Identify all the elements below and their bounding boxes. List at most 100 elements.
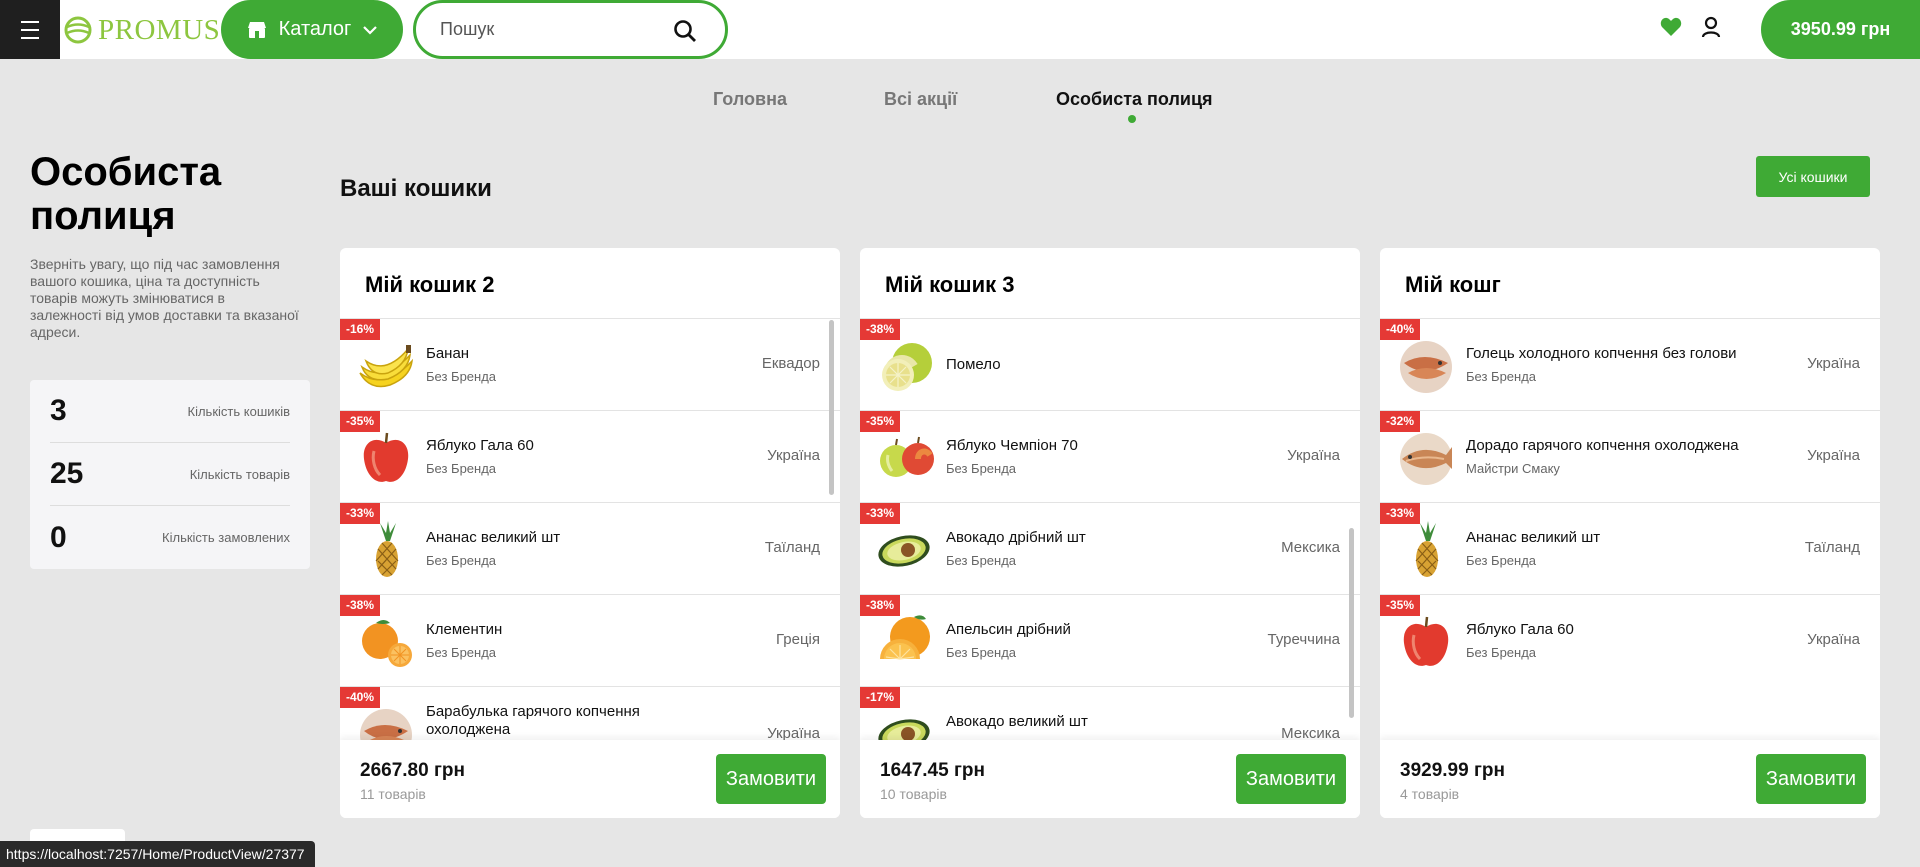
item-brand: Без Бренда: [946, 645, 1017, 660]
order-button[interactable]: Замовити: [716, 754, 826, 804]
scrollbar[interactable]: [1349, 528, 1354, 718]
item-country: Україна: [767, 725, 820, 740]
item-brand: Без Бренда: [1466, 553, 1537, 568]
page-title: Особиста полиця: [30, 150, 290, 238]
stat-products: 25 Кількість товарів: [50, 443, 290, 506]
pineapple-icon: [354, 517, 418, 581]
cart-item[interactable]: -35% Яблуко Гала 60 Без Бренда Україна: [340, 411, 840, 503]
dorado-fish-icon: [1394, 425, 1458, 489]
cart-item[interactable]: -40% Голець холодного копчення без голов…: [1380, 319, 1880, 411]
cart-title[interactable]: Мій кошик 2: [365, 272, 494, 298]
cart-item[interactable]: -16% Банан Без Бренда Еквадор: [340, 319, 840, 411]
stat-value: 0: [50, 520, 67, 554]
heart-icon[interactable]: [1660, 17, 1682, 37]
page-title-line2: полиця: [30, 194, 176, 238]
cart-footer: 1647.45 грн 10 товарів Замовити: [860, 740, 1360, 818]
cart-item[interactable]: -40% Барабулька гарячого копчення охолод…: [340, 687, 840, 740]
logo[interactable]: PROMUS: [64, 12, 220, 48]
nav-all-promotions[interactable]: Всі акції: [884, 89, 957, 110]
menu-button[interactable]: [0, 0, 60, 59]
sidebar-description: Зверніть увагу, що під час замовлення ва…: [30, 256, 299, 340]
cart-item[interactable]: -33% Ананас великий шт Без Бренда Таїлан…: [340, 503, 840, 595]
search-icon[interactable]: [673, 19, 697, 43]
order-button[interactable]: Замовити: [1756, 754, 1866, 804]
cart-item[interactable]: -17% Авокадо великий шт Мексика: [860, 687, 1360, 740]
order-button[interactable]: Замовити: [1236, 754, 1346, 804]
item-country: Туреччина: [1267, 631, 1340, 648]
banana-icon: [354, 333, 418, 397]
item-country: Україна: [1807, 631, 1860, 648]
cart-item[interactable]: -38% Апельсин дрібний Без Бренда Туреччи…: [860, 595, 1360, 687]
search-input[interactable]: [440, 19, 660, 40]
cart-footer: 3929.99 грн 4 товарів Замовити: [1380, 740, 1880, 818]
item-country: Таїланд: [764, 539, 820, 556]
all-carts-button[interactable]: Усі кошики: [1756, 156, 1870, 197]
active-nav-indicator: [1128, 115, 1136, 123]
cart-items-list: -40% Голець холодного копчення без голов…: [1380, 319, 1880, 740]
item-country: Україна: [1287, 447, 1340, 464]
apples-icon: [874, 425, 938, 489]
item-name: Барабулька гарячого копчення охолоджена: [426, 703, 640, 738]
cart-item[interactable]: -33% Ананас великий шт Без Бренда Таїлан…: [1380, 503, 1880, 595]
item-name: Яблуко Чемпіон 70: [946, 437, 1078, 454]
cart-total: 3929.99 грн: [1400, 760, 1505, 781]
cart-items-list: -38% Помело -35% Яблуко Чемпіон 70 Без Б…: [860, 319, 1360, 740]
search-box: [413, 0, 728, 59]
item-name: Авокадо дрібний шт: [946, 529, 1086, 546]
item-brand: Без Бренда: [426, 461, 497, 476]
page-title-line1: Особиста: [30, 150, 222, 194]
item-country: Україна: [1807, 355, 1860, 372]
stats-panel: 3 Кількість кошиків 25 Кількість товарів…: [30, 380, 310, 569]
cart-card: Мій кошик 3 -38% Помело -35% Яблуко Чемп…: [860, 248, 1360, 818]
smoked-fish-icon: [354, 701, 418, 740]
cart-title[interactable]: Мій кошг: [1405, 272, 1501, 298]
stat-label: Кількість замовлених: [162, 530, 290, 545]
cart-count: 10 товарів: [880, 786, 947, 802]
cart-items-list: -16% Банан Без Бренда Еквадор -35% Яблук…: [340, 319, 840, 740]
item-name: Ананас великий шт: [1466, 529, 1601, 546]
item-brand: Майстри Смаку: [1466, 461, 1560, 476]
status-bar-url: https://localhost:7257/Home/ProductView/…: [0, 841, 315, 867]
nav-home[interactable]: Головна: [713, 89, 787, 110]
avocado-icon: [874, 517, 938, 581]
item-country: Мексика: [1281, 725, 1340, 740]
item-name: Яблуко Гала 60: [1466, 621, 1574, 638]
logo-mark-icon: [64, 16, 92, 44]
smoked-fish-icon: [1394, 333, 1458, 397]
item-brand: Без Бренда: [426, 369, 497, 384]
stat-carts: 3 Кількість кошиків: [50, 380, 290, 443]
cart-item[interactable]: -38% Помело: [860, 319, 1360, 411]
cart-total: 2667.80 грн: [360, 760, 465, 781]
cart-item[interactable]: -35% Яблуко Чемпіон 70 Без Бренда Україн…: [860, 411, 1360, 503]
orange-icon: [874, 609, 938, 673]
logo-text: PROMUS: [98, 13, 221, 46]
item-brand: Без Бренда: [946, 553, 1017, 568]
nav-personal-shelf[interactable]: Особиста полиця: [1056, 89, 1213, 110]
catalog-button[interactable]: Каталог: [221, 0, 403, 59]
cart-item[interactable]: -33% Авокадо дрібний шт Без Бренда Мекси…: [860, 503, 1360, 595]
stat-orders: 0 Кількість замовлених: [50, 506, 290, 569]
cart-total: 1647.45 грн: [880, 760, 985, 781]
cart-total-button[interactable]: 3950.99 грн: [1761, 0, 1920, 59]
item-name: Помело: [946, 356, 1001, 373]
scrollbar[interactable]: [829, 320, 834, 495]
cart-title[interactable]: Мій кошик 3: [885, 272, 1014, 298]
cart-item[interactable]: -38% Клементин Без Бренда Греція: [340, 595, 840, 687]
item-brand: Без Бренда: [1466, 369, 1537, 384]
hamburger-icon: [21, 18, 39, 42]
stat-value: 3: [50, 394, 67, 427]
top-header: PROMUS Каталог 3950.99 грн: [0, 0, 1920, 59]
section-title: Ваші кошики: [340, 175, 492, 202]
item-name: Авокадо великий шт: [946, 713, 1088, 730]
user-icon[interactable]: [1701, 16, 1721, 38]
cart-card: Мій кошик 2 -16% Банан Без Бренда Еквадо…: [340, 248, 840, 818]
item-name: Банан: [426, 345, 470, 362]
item-name: Ананас великий шт: [426, 529, 561, 546]
item-country: Таїланд: [1804, 539, 1860, 556]
item-brand: Без Бренда: [426, 553, 497, 568]
cart-item[interactable]: -32% Дорадо гарячого копчення охолоджена…: [1380, 411, 1880, 503]
cart-item[interactable]: -35% Яблуко Гала 60 Без Бренда Україна: [1380, 595, 1880, 687]
red-apple-icon: [354, 425, 418, 489]
cart-footer: 2667.80 грн 11 товарів Замовити: [340, 740, 840, 818]
stat-label: Кількість кошиків: [187, 403, 290, 419]
